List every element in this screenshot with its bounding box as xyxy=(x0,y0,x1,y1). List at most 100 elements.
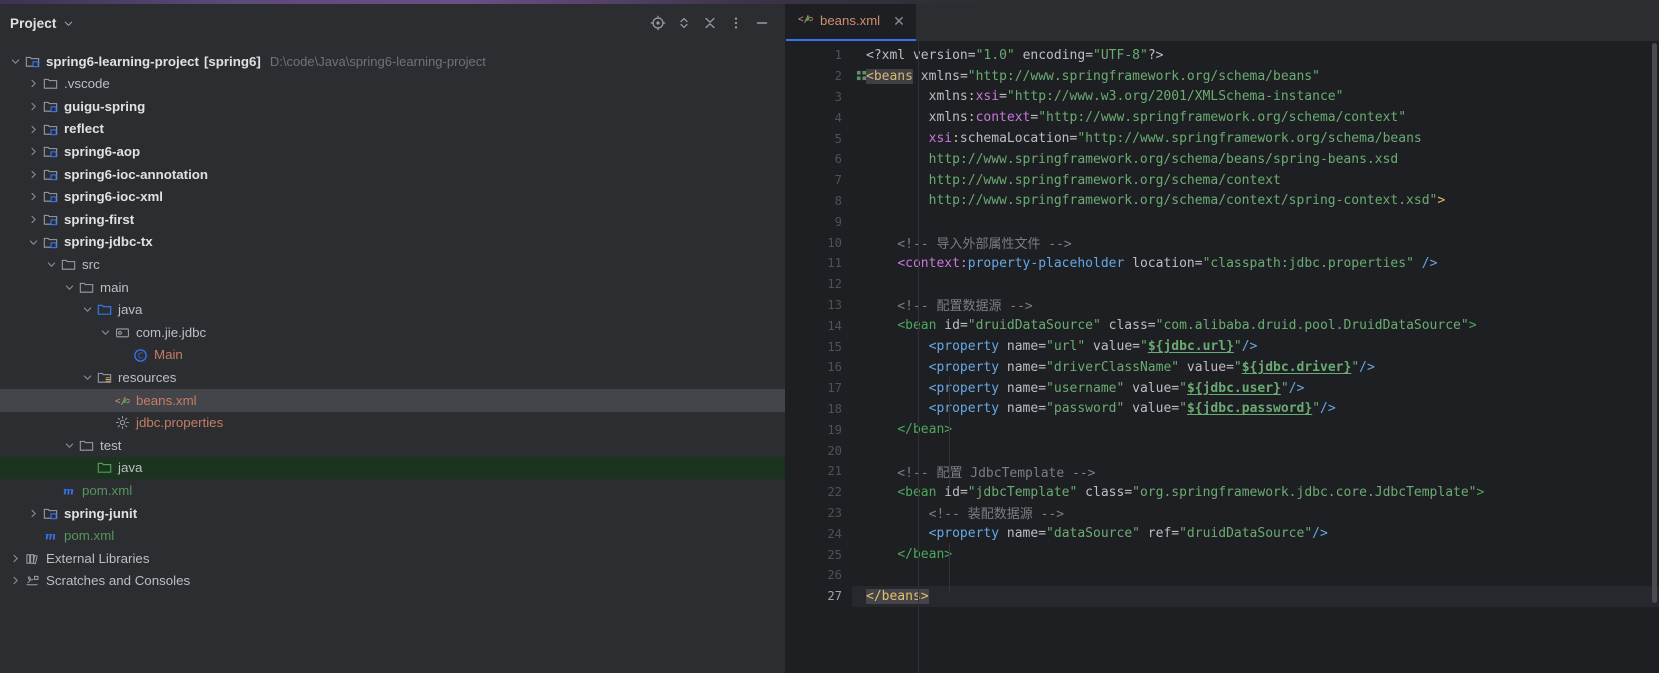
chevron-right-icon[interactable] xyxy=(8,547,23,569)
code-content[interactable]: <?xml version = "1.0" encoding = "UTF-8" ?> <b… xyxy=(852,41,1659,673)
line-number[interactable]: 19 xyxy=(786,419,852,440)
line-number[interactable]: 9 xyxy=(786,211,852,232)
code-line[interactable] xyxy=(852,211,1659,232)
code-line[interactable] xyxy=(852,565,1659,586)
line-number[interactable]: 10 xyxy=(786,232,852,253)
tree-row-main[interactable]: main xyxy=(0,276,785,299)
line-number[interactable]: 14 xyxy=(786,315,852,336)
tree-row-pom-xml[interactable]: m pom.xml xyxy=(0,479,785,502)
code-line[interactable] xyxy=(852,274,1659,295)
chevron-down-icon[interactable] xyxy=(98,321,113,343)
line-number[interactable]: 8 xyxy=(786,191,852,212)
code-line[interactable]: xmlns: context = "http://www.springframewor… xyxy=(852,107,1659,128)
code-line[interactable]: <!-- 配置数据源 --> xyxy=(852,295,1659,316)
chevron-down-icon[interactable] xyxy=(44,254,59,276)
chevron-down-icon[interactable] xyxy=(62,434,77,456)
chevron-down-icon[interactable] xyxy=(63,18,74,29)
code-line[interactable]: xmlns: xsi = "http://www.w3.org/2001/XMLSch… xyxy=(852,87,1659,108)
tree-row-main[interactable]: C Main xyxy=(0,344,785,367)
line-number[interactable]: 2 xyxy=(786,66,867,87)
chevron-down-icon[interactable] xyxy=(62,276,77,298)
line-number[interactable]: 27 xyxy=(786,586,852,607)
line-number[interactable]: 24 xyxy=(786,523,852,544)
line-number[interactable]: 3 xyxy=(786,87,852,108)
editor-vertical-scrollbar[interactable] xyxy=(1650,41,1659,673)
chevron-right-icon[interactable] xyxy=(26,186,41,208)
tree-row-pom-xml[interactable]: m pom.xml xyxy=(0,524,785,547)
code-line[interactable]: <property name = "username" value = " ${jdbc.… xyxy=(852,378,1659,399)
code-line[interactable] xyxy=(852,440,1659,461)
chevron-right-icon[interactable] xyxy=(26,73,41,95)
code-line[interactable]: <property name = "driverClassName" value = "… xyxy=(852,357,1659,378)
line-number[interactable]: 18 xyxy=(786,399,852,420)
code-line[interactable]: <property name = "password" value = " ${jdbc.… xyxy=(852,399,1659,420)
expand-collapse-icon[interactable] xyxy=(671,10,697,36)
line-number[interactable]: 6 xyxy=(786,149,852,170)
code-line[interactable]: <bean id = "jdbcTemplate" class = "org.sprin… xyxy=(852,482,1659,503)
chevron-right-icon[interactable] xyxy=(26,163,41,185)
chevron-right-icon[interactable] xyxy=(26,95,41,117)
code-line[interactable]: http://www.springframework.org/schema/co… xyxy=(852,191,1659,212)
line-number[interactable]: 20 xyxy=(786,440,852,461)
tree-row-spring-first[interactable]: spring-first xyxy=(0,208,785,231)
tree-row-external-libraries[interactable]: External Libraries xyxy=(0,547,785,570)
editor-tab-beans-xml[interactable]: </> beans.xml ✕ xyxy=(786,0,916,41)
tree-row-test[interactable]: test xyxy=(0,434,785,457)
chevron-right-icon[interactable] xyxy=(26,141,41,163)
code-line[interactable]: <property name = "dataSource" ref = "druidDa… xyxy=(852,523,1659,544)
code-line[interactable]: <property name = "url" value = " ${jdbc.url} "… xyxy=(852,336,1659,357)
tree-row-jdbc-properties[interactable]: jdbc.properties xyxy=(0,412,785,435)
line-number[interactable]: 21 xyxy=(786,461,852,482)
collapse-all-icon[interactable] xyxy=(697,10,723,36)
line-number-gutter[interactable]: 1 2 3 4 5 6 7 8 9 10 11 12 13 14 15 16 17 18 19 20 21 22 23 24 2… xyxy=(786,41,867,673)
code-line[interactable]: xsi:schemaLocation = "http://www.springfra… xyxy=(852,128,1659,149)
line-number[interactable]: 13 xyxy=(786,295,852,316)
code-line[interactable]: http://www.springframework.org/schema/be… xyxy=(852,149,1659,170)
chevron-right-icon[interactable] xyxy=(8,570,23,592)
code-line[interactable]: http://www.springframework.org/schema/co… xyxy=(852,170,1659,191)
tree-row-beans-xml[interactable]: </> beans.xml xyxy=(0,388,785,412)
chevron-down-icon[interactable] xyxy=(26,231,41,253)
code-editor[interactable]: 1 2 3 4 5 6 7 8 9 10 11 12 13 14 15 16 17 18 19 20 21 22 23 24 2… xyxy=(786,41,1659,673)
line-number[interactable]: 4 xyxy=(786,107,852,128)
project-tree[interactable]: spring6-learning-project [spring6] D:\code… xyxy=(0,46,785,592)
tree-row-com-jie-jdbc[interactable]: com.jie.jdbc xyxy=(0,321,785,344)
code-line[interactable]: <?xml version = "1.0" encoding = "UTF-8" ?> xyxy=(852,45,1659,66)
line-number[interactable]: 15 xyxy=(786,336,852,357)
code-line[interactable]: </bean> xyxy=(852,419,1659,440)
chevron-right-icon[interactable] xyxy=(26,118,41,140)
chevron-down-icon[interactable] xyxy=(80,299,95,321)
tree-row--vscode[interactable]: .vscode xyxy=(0,73,785,96)
tree-row-reflect[interactable]: reflect xyxy=(0,118,785,141)
line-number[interactable]: 26 xyxy=(786,565,852,586)
tree-row-scratches-and-consoles[interactable]: Scratches and Consoles xyxy=(0,570,785,593)
code-line[interactable]: <context: property-placeholder location = "… xyxy=(852,253,1659,274)
tree-row-spring6-ioc-xml[interactable]: spring6-ioc-xml xyxy=(0,186,785,209)
line-number[interactable]: 22 xyxy=(786,482,852,503)
tree-row-java[interactable]: java xyxy=(0,299,785,322)
code-line[interactable]: </bean> xyxy=(852,544,1659,565)
line-number[interactable]: 23 xyxy=(786,503,852,524)
chevron-right-icon[interactable] xyxy=(26,502,41,524)
select-opened-file-icon[interactable] xyxy=(645,10,671,36)
tree-row-guigu-spring[interactable]: guigu-spring xyxy=(0,95,785,118)
line-number[interactable]: 25 xyxy=(786,544,852,565)
tree-row-spring6-learning-project[interactable]: spring6-learning-project [spring6] D:\code… xyxy=(0,50,785,73)
tree-row-java[interactable]: java xyxy=(0,456,785,480)
code-line[interactable]: <beans xmlns = "http://www.springframework… xyxy=(852,66,1659,87)
chevron-down-icon[interactable] xyxy=(8,50,23,72)
tree-row-resources[interactable]: resources xyxy=(0,366,785,389)
hide-panel-icon[interactable] xyxy=(749,10,775,36)
code-line[interactable]: </beans> xyxy=(852,585,1659,607)
tree-row-spring6-ioc-annotation[interactable]: spring6-ioc-annotation xyxy=(0,163,785,186)
tree-row-spring-junit[interactable]: spring-junit xyxy=(0,502,785,525)
line-number[interactable]: 11 xyxy=(786,253,852,274)
code-line[interactable]: <!-- 导入外部属性文件 --> xyxy=(852,232,1659,253)
close-icon[interactable]: ✕ xyxy=(893,14,905,28)
line-number[interactable]: 7 xyxy=(786,170,852,191)
tree-row-spring6-aop[interactable]: spring6-aop xyxy=(0,140,785,163)
line-number[interactable]: 5 xyxy=(786,128,852,149)
code-line[interactable]: <bean id = "druidDataSource" class = "com.al… xyxy=(852,315,1659,336)
tree-row-src[interactable]: src xyxy=(0,253,785,276)
tree-row-spring-jdbc-tx[interactable]: spring-jdbc-tx xyxy=(0,231,785,254)
